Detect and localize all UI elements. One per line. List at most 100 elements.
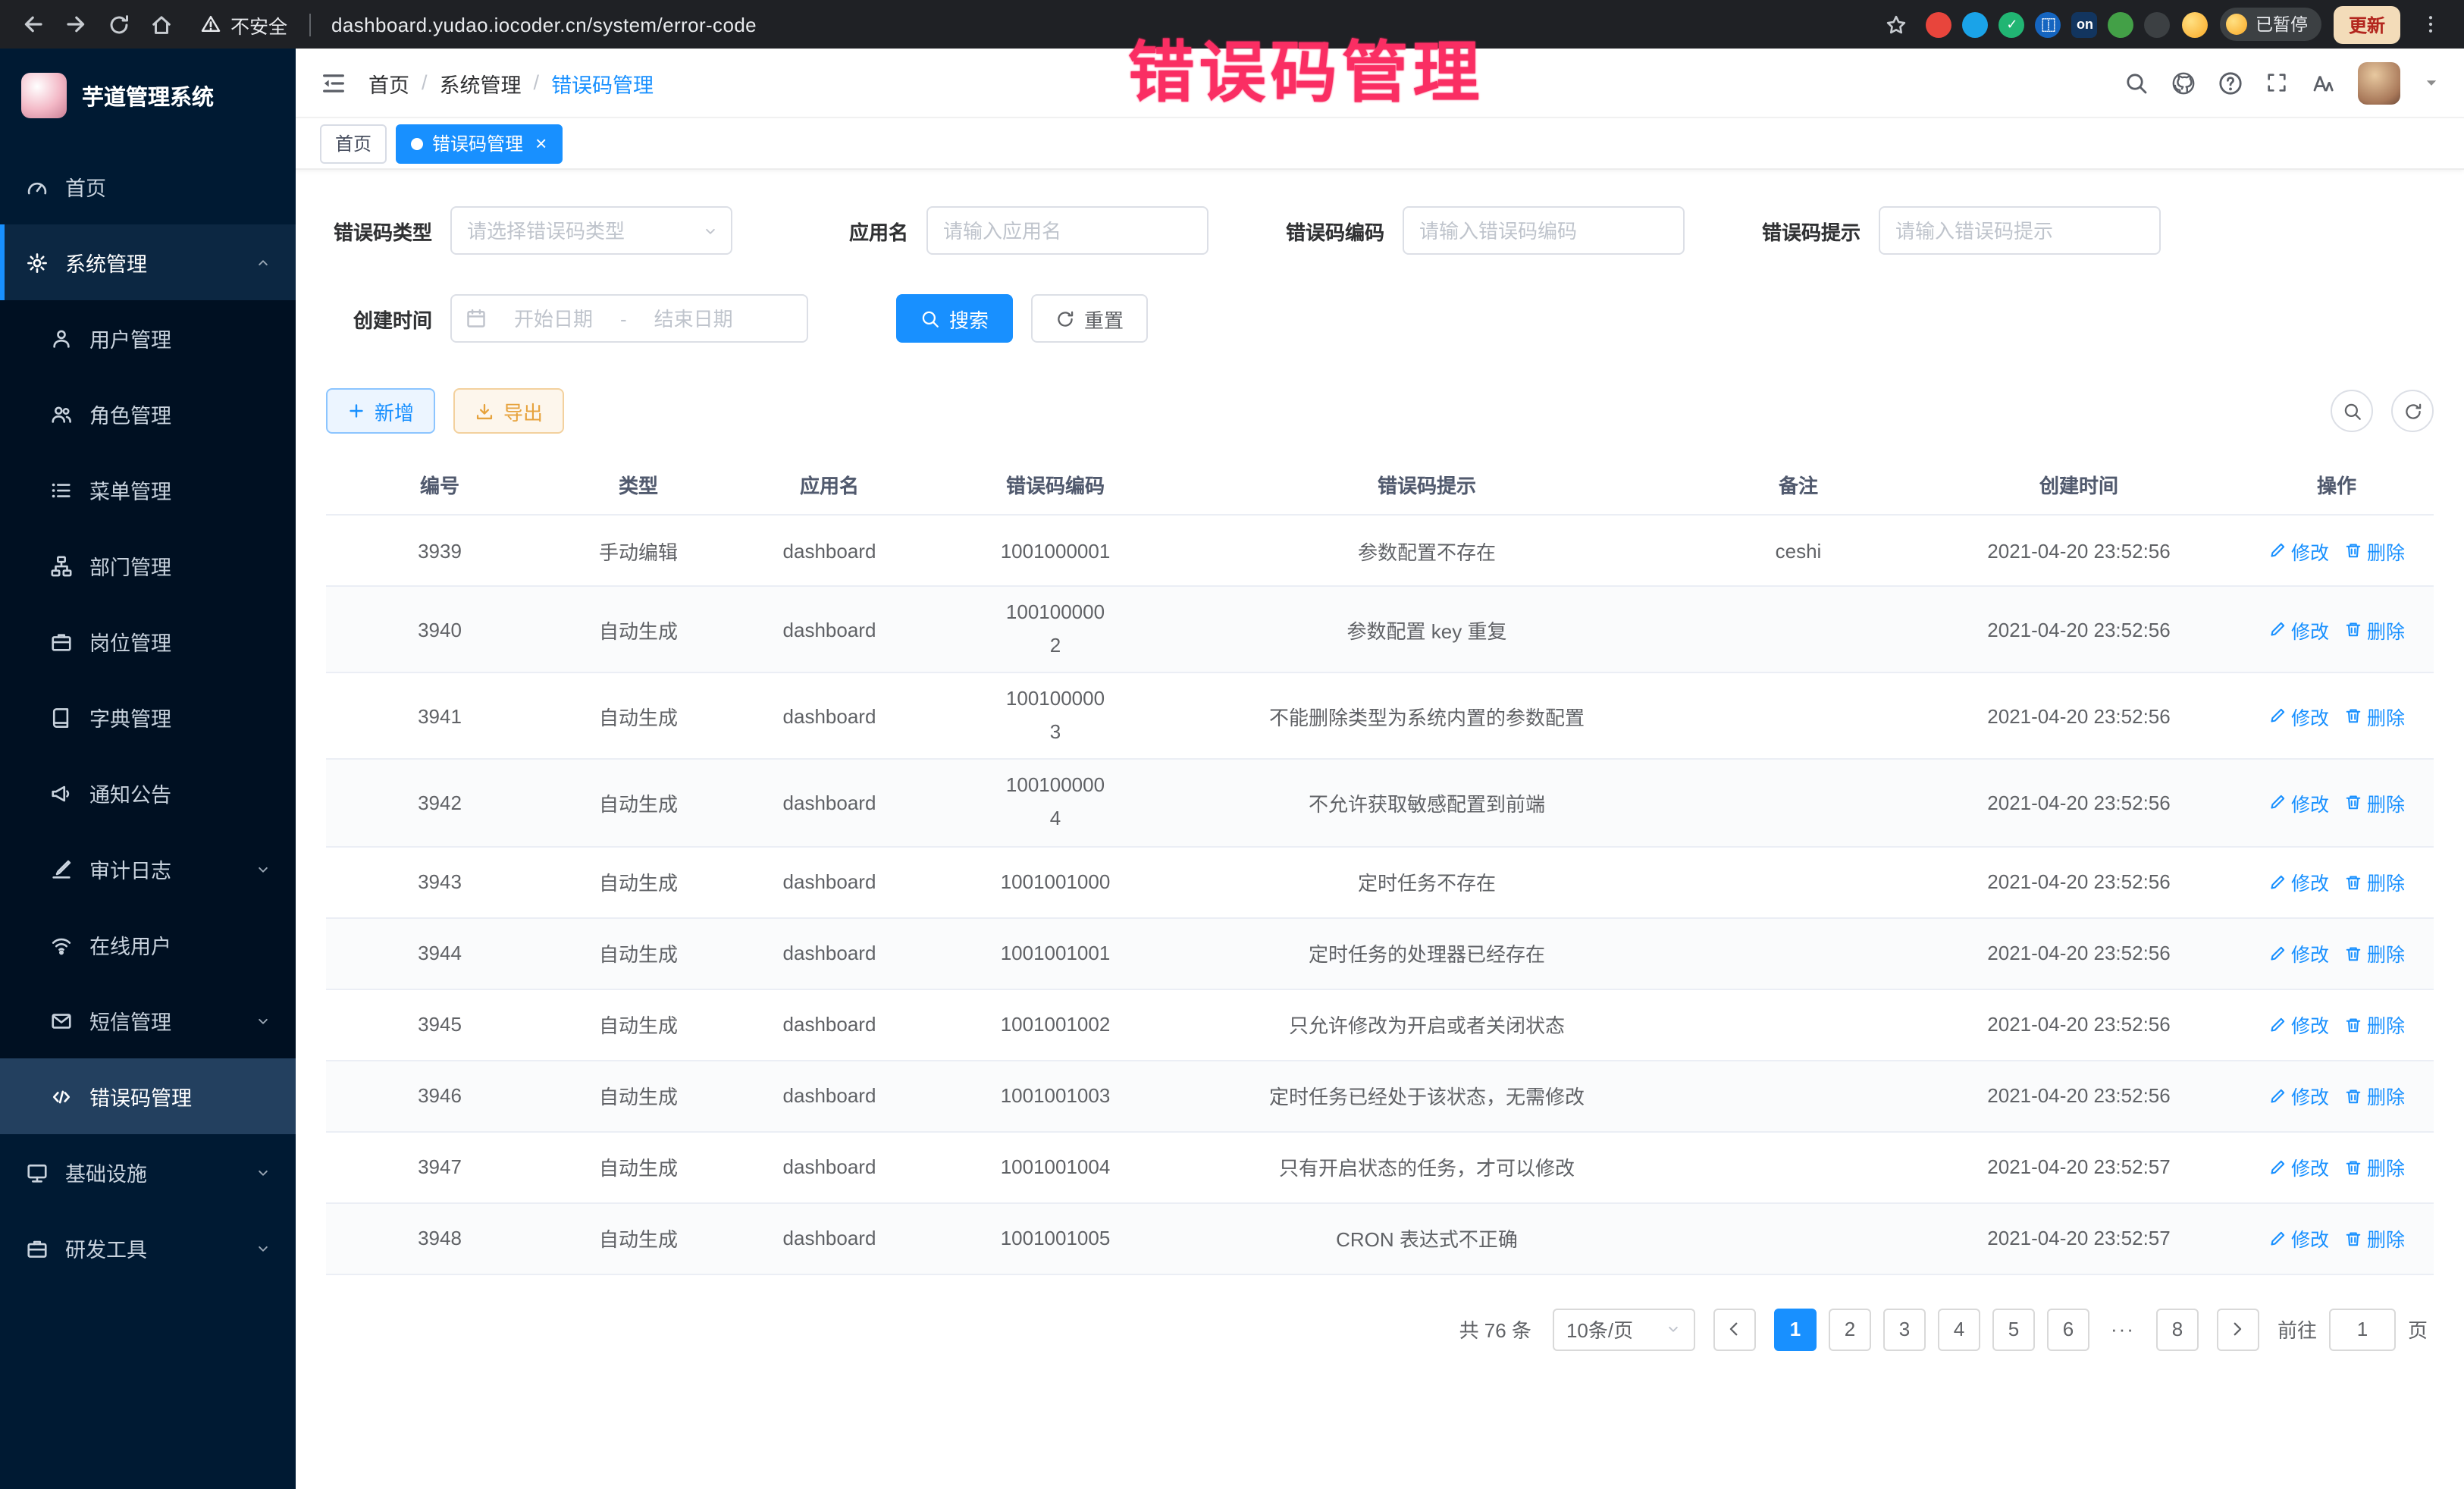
page-tag[interactable]: 首页 (320, 124, 387, 163)
delete-link[interactable]: 删除 (2344, 788, 2405, 817)
delete-link[interactable]: 删除 (2344, 536, 2405, 565)
refresh-table-icon[interactable] (2391, 390, 2434, 432)
extensions-row: ✓ ⿰ on (1926, 11, 2171, 37)
help-icon[interactable] (2218, 71, 2243, 95)
profile-avatar[interactable] (2183, 11, 2209, 37)
user-avatar[interactable] (2358, 61, 2400, 104)
filter-select[interactable] (450, 206, 732, 255)
edit-link[interactable]: 修改 (2268, 867, 2329, 896)
edit-link[interactable]: 修改 (2268, 1010, 2329, 1039)
filter-input[interactable] (1879, 206, 2161, 255)
kebab-menu-icon[interactable] (2412, 6, 2449, 42)
page-button[interactable]: 8 (2156, 1308, 2199, 1350)
prev-page-button[interactable] (1713, 1308, 1756, 1350)
ext-on-tag-icon[interactable]: on (2072, 11, 2098, 37)
sidebar-item[interactable]: 审计日志 (0, 831, 296, 907)
sidebar-item[interactable]: 通知公告 (0, 755, 296, 831)
search-icon[interactable] (2124, 71, 2149, 95)
edit-link[interactable]: 修改 (2268, 536, 2329, 565)
sidebar-item[interactable]: 字典管理 (0, 679, 296, 755)
filter-label: 错误码编码 (1278, 216, 1384, 245)
reset-button[interactable]: 重置 (1031, 294, 1148, 343)
export-button[interactable]: 导出 (453, 388, 564, 434)
start-date-input[interactable] (497, 307, 610, 330)
edit-link[interactable]: 修改 (2268, 1152, 2329, 1181)
logo-row[interactable]: 芋道管理系统 (0, 49, 296, 143)
ext-blue-drop-icon[interactable] (1963, 11, 1989, 37)
back-icon[interactable] (15, 6, 52, 42)
ext-blue-grid-icon[interactable]: ⿰ (2036, 11, 2061, 37)
sidebar-item[interactable]: 部门管理 (0, 528, 296, 603)
paused-badge[interactable]: 已暂停 (2221, 8, 2321, 41)
page-tag[interactable]: 错误码管理× (396, 124, 562, 163)
page-button[interactable]: 3 (1883, 1308, 1926, 1350)
delete-link[interactable]: 删除 (2344, 1224, 2405, 1252)
edit-link[interactable]: 修改 (2268, 1224, 2329, 1252)
close-icon[interactable]: × (535, 133, 547, 153)
search-button[interactable]: 搜索 (896, 294, 1013, 343)
font-size-icon[interactable] (2311, 71, 2335, 95)
sidebar-item[interactable]: 基础设施 (0, 1134, 296, 1210)
end-date-input[interactable] (638, 307, 750, 330)
ext-green-check-icon[interactable]: ✓ (1999, 11, 2025, 37)
delete-link[interactable]: 删除 (2344, 1081, 2405, 1110)
sidebar-item[interactable]: 菜单管理 (0, 452, 296, 528)
sidebar-item[interactable]: 在线用户 (0, 907, 296, 983)
page-button[interactable]: 4 (1938, 1308, 1980, 1350)
sidebar-item[interactable]: 岗位管理 (0, 603, 296, 679)
chevron-down-icon[interactable] (2423, 74, 2440, 91)
update-button[interactable]: 更新 (2334, 5, 2400, 43)
forward-icon[interactable] (58, 6, 94, 42)
date-range-picker[interactable]: - (450, 294, 808, 343)
page-button[interactable]: 6 (2047, 1308, 2089, 1350)
breadcrumb-item[interactable]: 首页 (368, 67, 409, 98)
ext-red-icon[interactable] (1926, 11, 1952, 37)
url-bar[interactable]: dashboard.yudao.iocoder.cn/system/error-… (331, 13, 757, 36)
delete-link[interactable]: 删除 (2344, 1152, 2405, 1181)
table-row: 3945自动生成dashboard1001001002只允许修改为开启或者关闭状… (326, 989, 2434, 1061)
sidebar-item[interactable]: 用户管理 (0, 300, 296, 376)
page-button[interactable]: 5 (1992, 1308, 2035, 1350)
page-button[interactable]: 2 (1829, 1308, 1871, 1350)
trash-icon (2344, 1086, 2362, 1105)
edit-link[interactable]: 修改 (2268, 615, 2329, 644)
toggle-search-icon[interactable] (2331, 390, 2373, 432)
add-button[interactable]: 新增 (326, 388, 435, 434)
delete-link[interactable]: 删除 (2344, 939, 2405, 967)
edit-link[interactable]: 修改 (2268, 939, 2329, 967)
sidebar-item[interactable]: 错误码管理 (0, 1058, 296, 1134)
sidebar-item[interactable]: 首页 (0, 149, 296, 224)
breadcrumb-item[interactable]: 错误码管理 (551, 67, 654, 98)
trash-icon (2344, 620, 2362, 638)
edit-link[interactable]: 修改 (2268, 702, 2329, 731)
page-button[interactable]: 1 (1774, 1308, 1817, 1350)
sidebar-item[interactable]: 研发工具 (0, 1210, 296, 1286)
fullscreen-icon[interactable] (2265, 71, 2288, 94)
security-chip[interactable]: 不安全 (200, 10, 287, 39)
collapse-sidebar-icon[interactable] (320, 69, 347, 96)
edit-link[interactable]: 修改 (2268, 1081, 2329, 1110)
github-icon[interactable] (2171, 71, 2196, 95)
filter-input[interactable] (926, 206, 1208, 255)
edit-icon (2268, 1015, 2287, 1033)
sidebar-item[interactable]: 系统管理 (0, 224, 296, 300)
breadcrumb-item[interactable]: 系统管理 (440, 67, 522, 98)
cell-app: dashboard (723, 705, 936, 728)
edit-link[interactable]: 修改 (2268, 788, 2329, 817)
goto-page-input[interactable] (2329, 1308, 2396, 1350)
ext-green-icon[interactable] (2108, 11, 2134, 37)
reload-icon[interactable] (100, 6, 136, 42)
bookmark-star-icon[interactable] (1878, 6, 1914, 42)
next-page-button[interactable] (2217, 1308, 2259, 1350)
home-icon[interactable] (143, 6, 179, 42)
page-size-select[interactable]: 10条/页 (1553, 1308, 1695, 1350)
sidebar-item[interactable]: 短信管理 (0, 983, 296, 1058)
delete-link[interactable]: 删除 (2344, 1010, 2405, 1039)
delete-link[interactable]: 删除 (2344, 615, 2405, 644)
gear-icon (24, 251, 49, 274)
delete-link[interactable]: 删除 (2344, 702, 2405, 731)
filter-input[interactable] (1403, 206, 1685, 255)
ext-puzzle-icon[interactable] (2145, 11, 2171, 37)
sidebar-item[interactable]: 角色管理 (0, 376, 296, 452)
delete-link[interactable]: 删除 (2344, 867, 2405, 896)
